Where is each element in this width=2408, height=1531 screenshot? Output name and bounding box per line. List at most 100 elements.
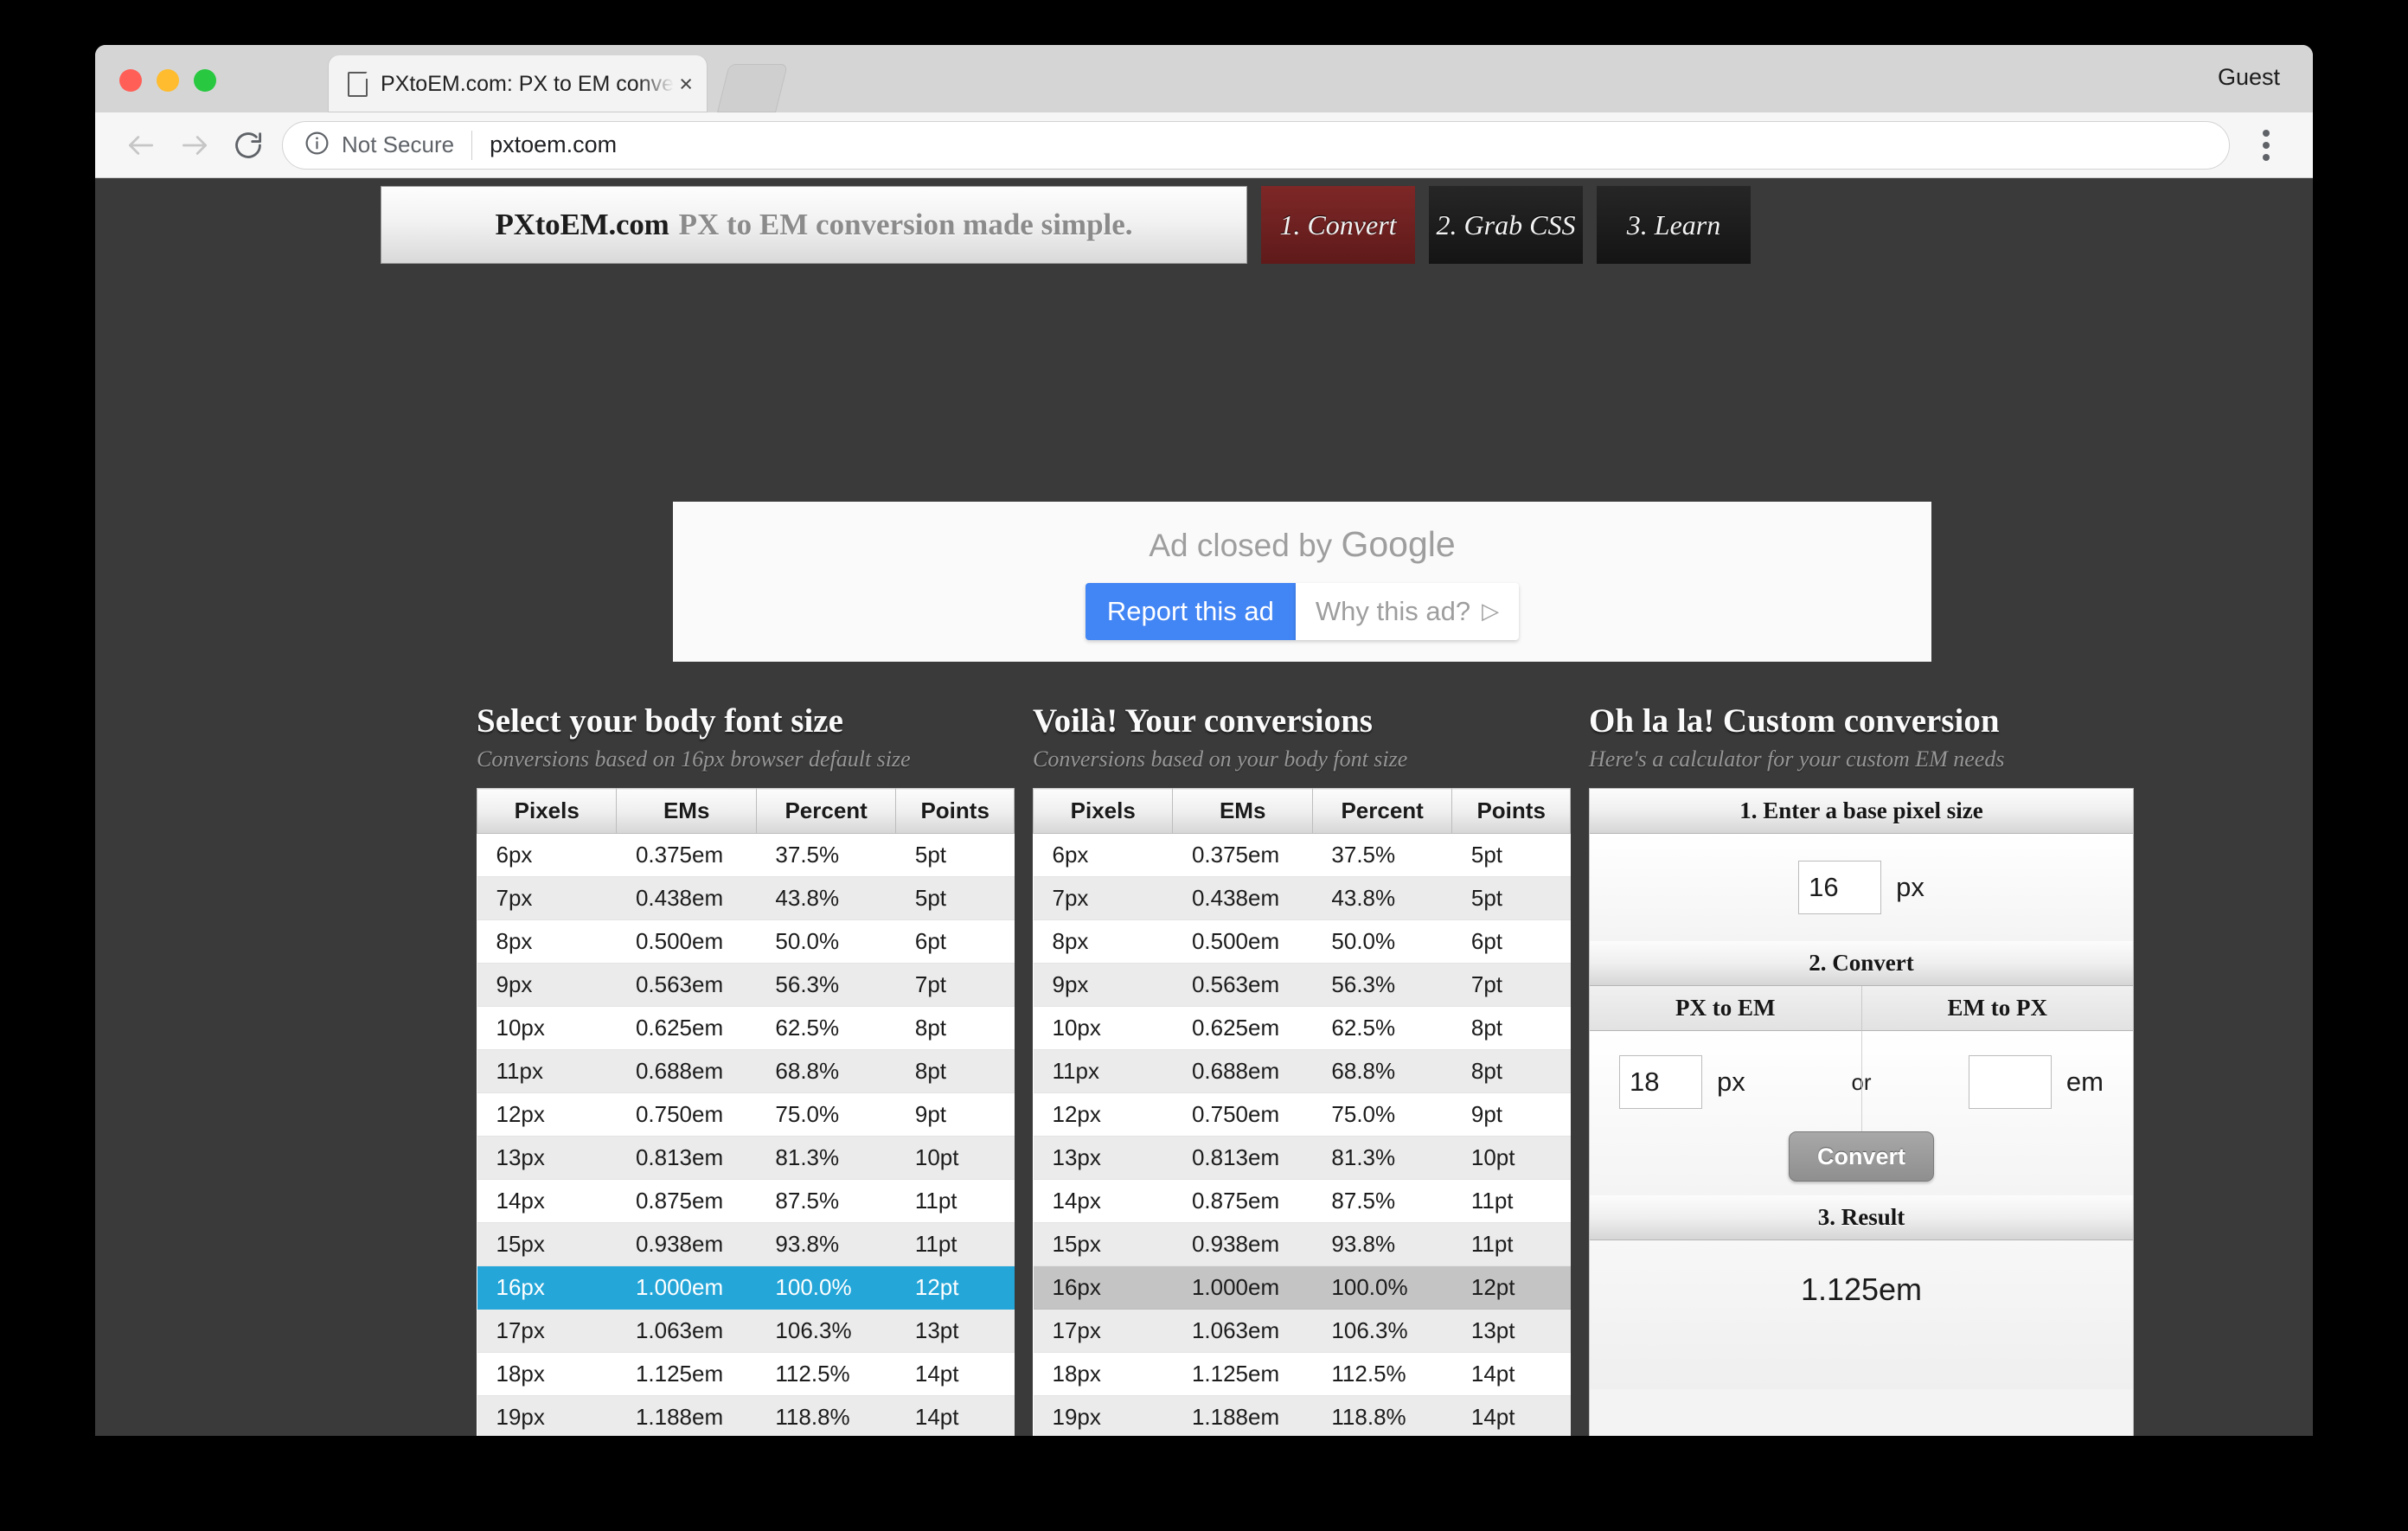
nav-tab-learn[interactable]: 3. Learn <box>1597 186 1751 264</box>
table-cell: 75.0% <box>1312 1092 1452 1137</box>
table-cell: 14pt <box>895 1395 1015 1436</box>
table-cell: 62.5% <box>1312 1006 1452 1050</box>
conversion-table-custom[interactable]: Pixels EMs Percent Points 6px 0.375em 37.5% 5p… <box>1032 788 1571 1436</box>
conversion-table-default[interactable]: Pixels EMs Percent Points 6px 0.375em 37.5% 5p… <box>476 788 1015 1436</box>
table-cell: 62.5% <box>756 1006 896 1050</box>
table-row[interactable]: 18px 1.125em 112.5% 14pt <box>1033 1352 1571 1396</box>
table-row[interactable]: 17px 1.063em 106.3% 13pt <box>477 1309 1015 1353</box>
site-logo[interactable]: PXtoEM.com PX to EM conversion made simp… <box>381 186 1247 264</box>
table-cell: 14pt <box>895 1352 1015 1396</box>
table-cell: 43.8% <box>1312 876 1452 920</box>
table-row[interactable]: 13px 0.813em 81.3% 10pt <box>477 1136 1015 1180</box>
table-cell: 0.813em <box>1172 1136 1313 1180</box>
table-cell: 6pt <box>1451 919 1571 964</box>
table-cell: 8pt <box>1451 1049 1571 1093</box>
page-viewport: PXtoEM.com PX to EM conversion made simp… <box>95 178 2313 1436</box>
column-header-pixels[interactable]: Pixels <box>476 788 618 834</box>
column-your-conversions: Voilà! Your conversions Conversions base… <box>1032 701 1571 1436</box>
table-row[interactable]: 15px 0.938em 93.8% 11pt <box>477 1222 1015 1266</box>
table-row[interactable]: 6px 0.375em 37.5% 5pt <box>477 833 1015 877</box>
logo-tagline: PX to EM conversion made simple. <box>678 208 1133 241</box>
column-custom-conversion: Oh la la! Custom conversion Here's a cal… <box>1589 701 2134 1436</box>
close-tab-icon[interactable]: × <box>679 72 693 96</box>
table-cell: 43.8% <box>756 876 896 920</box>
address-bar[interactable]: Not Secure pxtoem.com <box>282 120 2230 170</box>
table-row[interactable]: 16px 1.000em 100.0% 12pt <box>1033 1265 1571 1310</box>
base-pixel-input[interactable] <box>1798 861 1882 914</box>
base-pixel-row: px <box>1590 834 2133 941</box>
table-cell: 0.375em <box>1172 833 1313 877</box>
column-header-pixels[interactable]: Pixels <box>1032 788 1174 834</box>
table-cell: 1.000em <box>616 1265 757 1310</box>
window-traffic-lights <box>119 69 216 92</box>
url-text[interactable]: pxtoem.com <box>490 131 617 158</box>
table-cell: 12pt <box>895 1265 1015 1310</box>
table-row[interactable]: 11px 0.688em 68.8% 8pt <box>477 1049 1015 1093</box>
column-header-ems[interactable]: EMs <box>616 788 757 834</box>
maximize-window-button[interactable] <box>194 69 216 92</box>
table-row[interactable]: 17px 1.063em 106.3% 13pt <box>1033 1309 1571 1353</box>
logo-title: PXtoEM.com <box>495 208 669 241</box>
table-cell: 0.750em <box>616 1092 757 1137</box>
table-row[interactable]: 8px 0.500em 50.0% 6pt <box>1033 919 1571 964</box>
table-cell: 87.5% <box>756 1179 896 1223</box>
em-unit-label: em <box>2065 1067 2104 1097</box>
table-row[interactable]: 15px 0.938em 93.8% 11pt <box>1033 1222 1571 1266</box>
table-row[interactable]: 8px 0.500em 50.0% 6pt <box>477 919 1015 964</box>
table-cell: 17px <box>477 1309 617 1353</box>
table-row[interactable]: 19px 1.188em 118.8% 14pt <box>477 1395 1015 1436</box>
table-cell: 14pt <box>1451 1352 1571 1396</box>
table-row[interactable]: 14px 0.875em 87.5% 11pt <box>1033 1179 1571 1223</box>
column-header-points[interactable]: Points <box>1451 788 1571 834</box>
report-ad-button[interactable]: Report this ad <box>1085 582 1296 640</box>
table-row[interactable]: 9px 0.563em 56.3% 7pt <box>477 963 1015 1007</box>
back-icon[interactable] <box>114 119 168 172</box>
table-row[interactable]: 9px 0.563em 56.3% 7pt <box>1033 963 1571 1007</box>
forward-icon[interactable] <box>168 119 221 172</box>
px-input[interactable] <box>1619 1055 1702 1109</box>
page-favicon-icon <box>348 71 368 97</box>
nav-tab-grab-css[interactable]: 2. Grab CSS <box>1429 186 1583 264</box>
table-cell: 17px <box>1033 1309 1173 1353</box>
conversion-direction-headers: PX to EM EM to PX <box>1590 986 2133 1031</box>
column-header-percent[interactable]: Percent <box>1311 788 1453 834</box>
table-row[interactable]: 16px 1.000em 100.0% 12pt <box>477 1265 1015 1310</box>
ad-closed-text: Ad closed by Google <box>1149 524 1455 565</box>
new-tab-button[interactable] <box>717 64 788 112</box>
table-row[interactable]: 18px 1.125em 112.5% 14pt <box>477 1352 1015 1396</box>
table-row[interactable]: 19px 1.188em 118.8% 14pt <box>1033 1395 1571 1436</box>
table-cell: 10px <box>1033 1006 1173 1050</box>
table-row[interactable]: 12px 0.750em 75.0% 9pt <box>477 1092 1015 1137</box>
column-header-percent[interactable]: Percent <box>755 788 897 834</box>
table-row[interactable]: 6px 0.375em 37.5% 5pt <box>1033 833 1571 877</box>
profile-guest-label[interactable]: Guest <box>2218 64 2280 91</box>
info-circle-icon[interactable] <box>304 130 330 161</box>
table-row[interactable]: 12px 0.750em 75.0% 9pt <box>1033 1092 1571 1137</box>
browser-menu-icon[interactable] <box>2242 129 2290 161</box>
table-cell: 0.438em <box>616 876 757 920</box>
minimize-window-button[interactable] <box>157 69 179 92</box>
table-cell: 19px <box>1033 1395 1173 1436</box>
table-row[interactable]: 10px 0.625em 62.5% 8pt <box>477 1006 1015 1050</box>
em-input[interactable] <box>1968 1055 2052 1109</box>
table-header-row: Pixels EMs Percent Points <box>476 788 1015 834</box>
table-row[interactable]: 11px 0.688em 68.8% 8pt <box>1033 1049 1571 1093</box>
table-cell: 11px <box>477 1049 617 1093</box>
convert-button[interactable]: Convert <box>1788 1131 1935 1182</box>
table-row[interactable]: 7px 0.438em 43.8% 5pt <box>477 876 1015 920</box>
security-status-label[interactable]: Not Secure <box>342 131 454 158</box>
table-row[interactable]: 13px 0.813em 81.3% 10pt <box>1033 1136 1571 1180</box>
table-row[interactable]: 7px 0.438em 43.8% 5pt <box>1033 876 1571 920</box>
browser-tab[interactable]: PXtoEM.com: PX to EM convers × <box>329 55 707 112</box>
nav-tab-convert[interactable]: 1. Convert <box>1261 186 1415 264</box>
table-cell: 8pt <box>895 1049 1015 1093</box>
table-row[interactable]: 10px 0.625em 62.5% 8pt <box>1033 1006 1571 1050</box>
table-row[interactable]: 14px 0.875em 87.5% 11pt <box>477 1179 1015 1223</box>
why-this-ad-button[interactable]: Why this ad? ▷ <box>1295 582 1520 640</box>
column-header-points[interactable]: Points <box>895 788 1015 834</box>
close-window-button[interactable] <box>119 69 142 92</box>
table-cell: 14px <box>1033 1179 1173 1223</box>
column-header-ems[interactable]: EMs <box>1172 788 1313 834</box>
table-cell: 0.625em <box>1172 1006 1313 1050</box>
reload-icon[interactable] <box>221 119 275 172</box>
